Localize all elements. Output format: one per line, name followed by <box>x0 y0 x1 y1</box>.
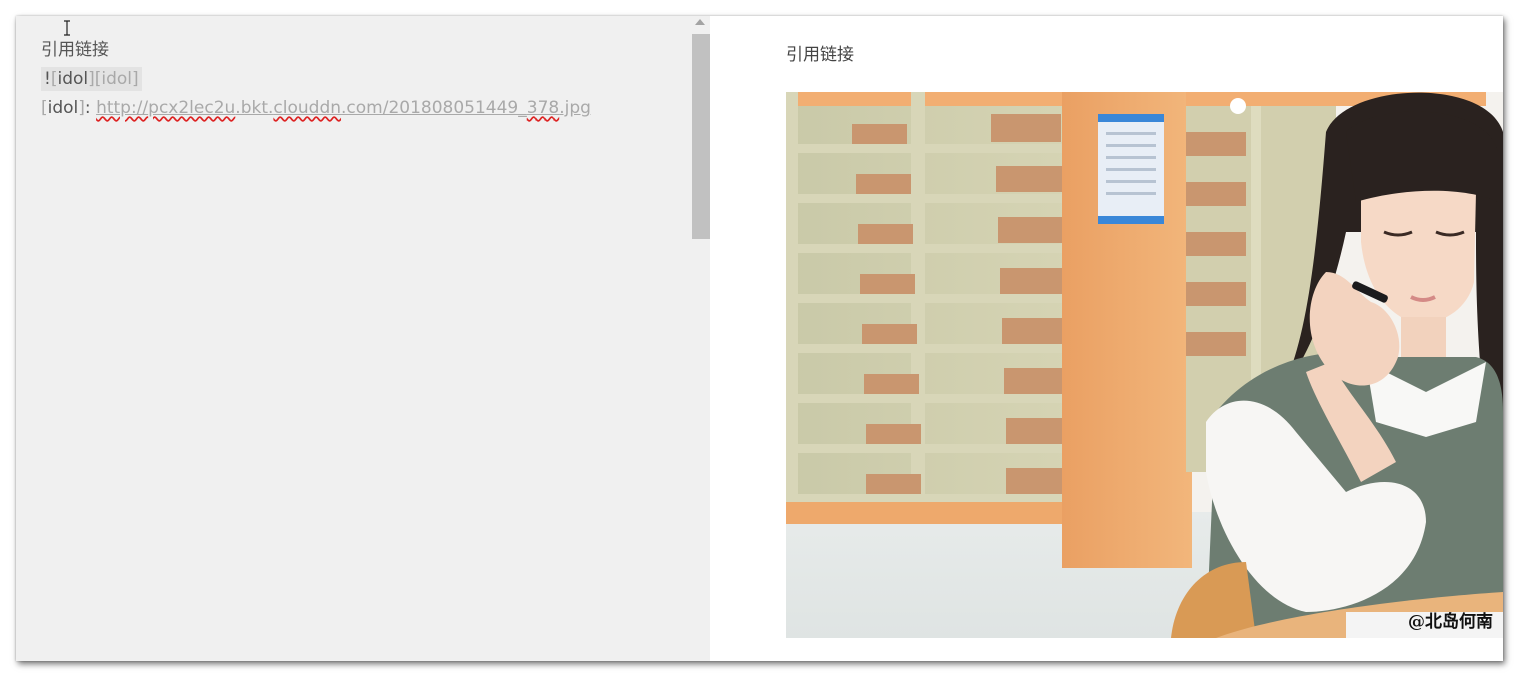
app-window: 引用链接 ![idol][idol] [idol]: http://pcx2le… <box>16 16 1503 661</box>
editor-line-image-ref[interactable]: ![idol][idol] <box>41 67 591 96</box>
editor-scrollbar[interactable] <box>692 16 710 661</box>
markdown-preview: 引用链接 @北岛何南 <box>710 16 1503 661</box>
library-photo-illustration <box>786 92 1503 638</box>
editor-line-link-definition[interactable]: [idol]: http://pcx2lec2u.bkt.clouddn.com… <box>41 96 591 125</box>
markdown-editor[interactable]: 引用链接 ![idol][idol] [idol]: http://pcx2le… <box>16 16 710 661</box>
editor-content[interactable]: 引用链接 ![idol][idol] [idol]: http://pcx2le… <box>41 38 591 125</box>
link-url[interactable]: http://pcx2lec2u.bkt.clouddn.com/2018080… <box>96 98 591 118</box>
preview-heading: 引用链接 <box>786 45 854 65</box>
scrollbar-thumb[interactable] <box>692 34 710 239</box>
image-reference-syntax: ![idol][idol] <box>41 67 142 91</box>
text-cursor-icon <box>64 20 70 36</box>
heading-text: 引用链接 <box>41 40 109 60</box>
watermark-signature: @北岛何南 <box>1408 612 1493 632</box>
editor-line-heading[interactable]: 引用链接 <box>41 38 591 67</box>
scroll-up-arrow-icon[interactable] <box>695 19 705 25</box>
preview-image: @北岛何南 <box>786 92 1503 638</box>
link-label: idol <box>47 98 79 118</box>
